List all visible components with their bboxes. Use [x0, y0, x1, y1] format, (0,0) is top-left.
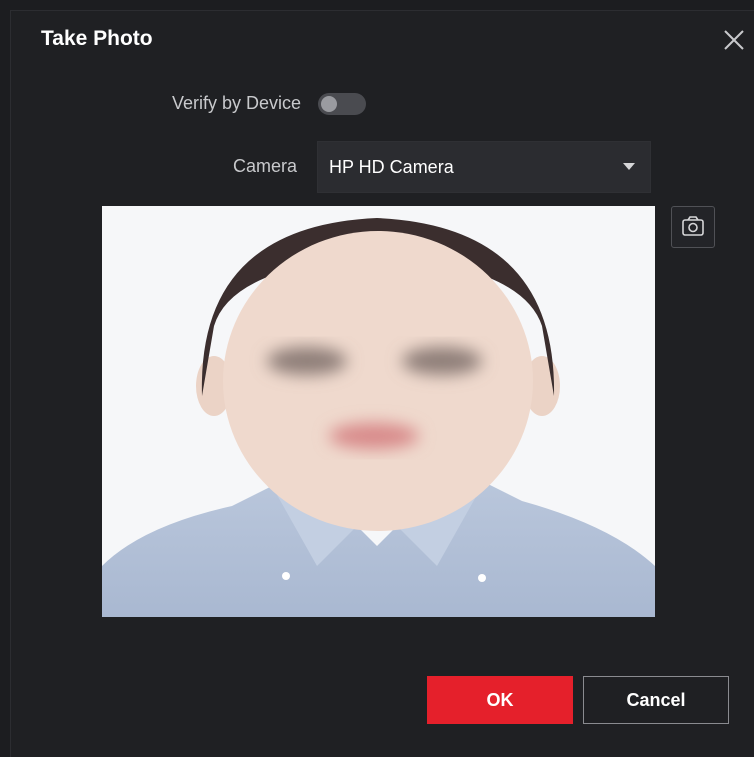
portrait-image: [102, 206, 655, 617]
camera-icon: [682, 216, 704, 236]
verify-by-device-label: Verify by Device: [171, 93, 301, 113]
capture-button[interactable]: [671, 206, 715, 248]
cancel-button[interactable]: Cancel: [583, 676, 729, 724]
toggle-knob: [321, 96, 337, 112]
camera-label: Camera: [232, 156, 297, 176]
camera-preview: [102, 206, 655, 617]
take-photo-dialog: Take Photo Verify by Device Camera HP HD…: [10, 10, 754, 757]
camera-select[interactable]: HP HD Camera: [317, 141, 651, 193]
camera-selected-value: HP HD Camera: [329, 157, 454, 177]
close-icon[interactable]: [723, 29, 745, 51]
chevron-down-icon: [623, 163, 635, 170]
verify-by-device-toggle[interactable]: [318, 93, 366, 115]
ok-button[interactable]: OK: [427, 676, 573, 724]
dialog-title: Take Photo: [41, 27, 153, 50]
